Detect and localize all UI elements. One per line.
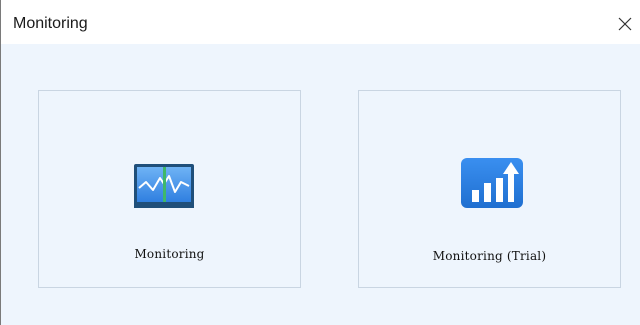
monitoring-card[interactable]: Monitoring	[38, 90, 301, 288]
monitoring-label: Monitoring	[134, 247, 205, 261]
dialog-content: Monitoring Monitoring (Trial)	[1, 44, 640, 325]
title-bar: Monitoring	[1, 0, 640, 44]
monitoring-dialog: Monitoring Monitoring Monitoring (Trial)	[0, 0, 640, 325]
window-title: Monitoring	[13, 15, 88, 32]
monitor-waveform-icon	[134, 164, 194, 213]
monitoring-trial-label: Monitoring (Trial)	[432, 249, 547, 263]
monitoring-trial-card[interactable]: Monitoring (Trial)	[358, 90, 621, 288]
close-icon	[618, 17, 632, 31]
close-button[interactable]	[615, 14, 635, 34]
bar-chart-up-arrow-icon	[461, 158, 523, 213]
